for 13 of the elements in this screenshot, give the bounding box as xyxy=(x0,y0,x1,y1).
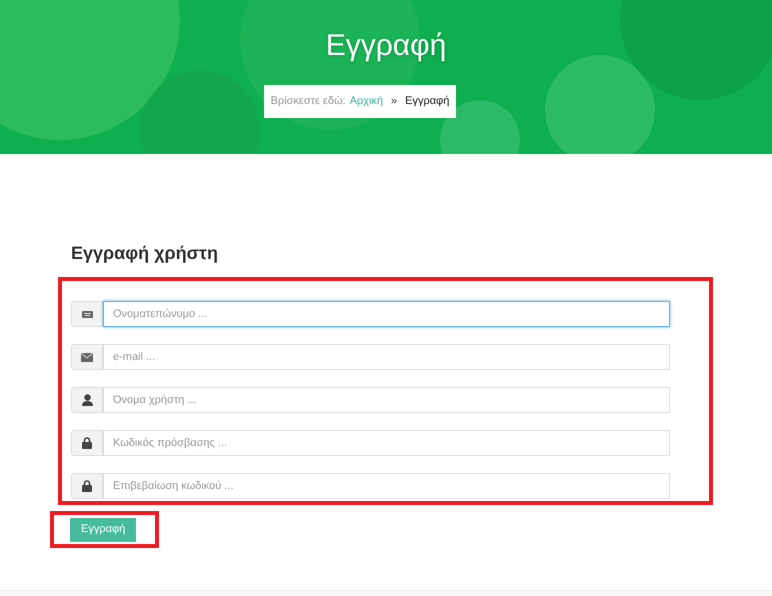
breadcrumb-prefix: Βρίσκεστε εδώ: xyxy=(270,94,346,110)
lock-icon xyxy=(82,437,92,449)
user-icon xyxy=(82,394,92,406)
breadcrumb-current: Εγγραφή xyxy=(405,94,450,110)
register-button[interactable]: Εγγραφή xyxy=(70,518,136,542)
breadcrumb-link[interactable]: Αρχική xyxy=(350,93,384,110)
keyboard-icon xyxy=(82,310,92,318)
input-field[interactable]: Ονοματεπώνυμο ... xyxy=(103,301,670,327)
lock-icon xyxy=(82,480,92,492)
envelope-icon xyxy=(81,352,93,362)
breadcrumb-separator: » xyxy=(391,94,398,110)
form-heading: Εγγραφή χρήστη xyxy=(71,242,219,265)
page-title: Εγγραφή xyxy=(326,28,446,64)
